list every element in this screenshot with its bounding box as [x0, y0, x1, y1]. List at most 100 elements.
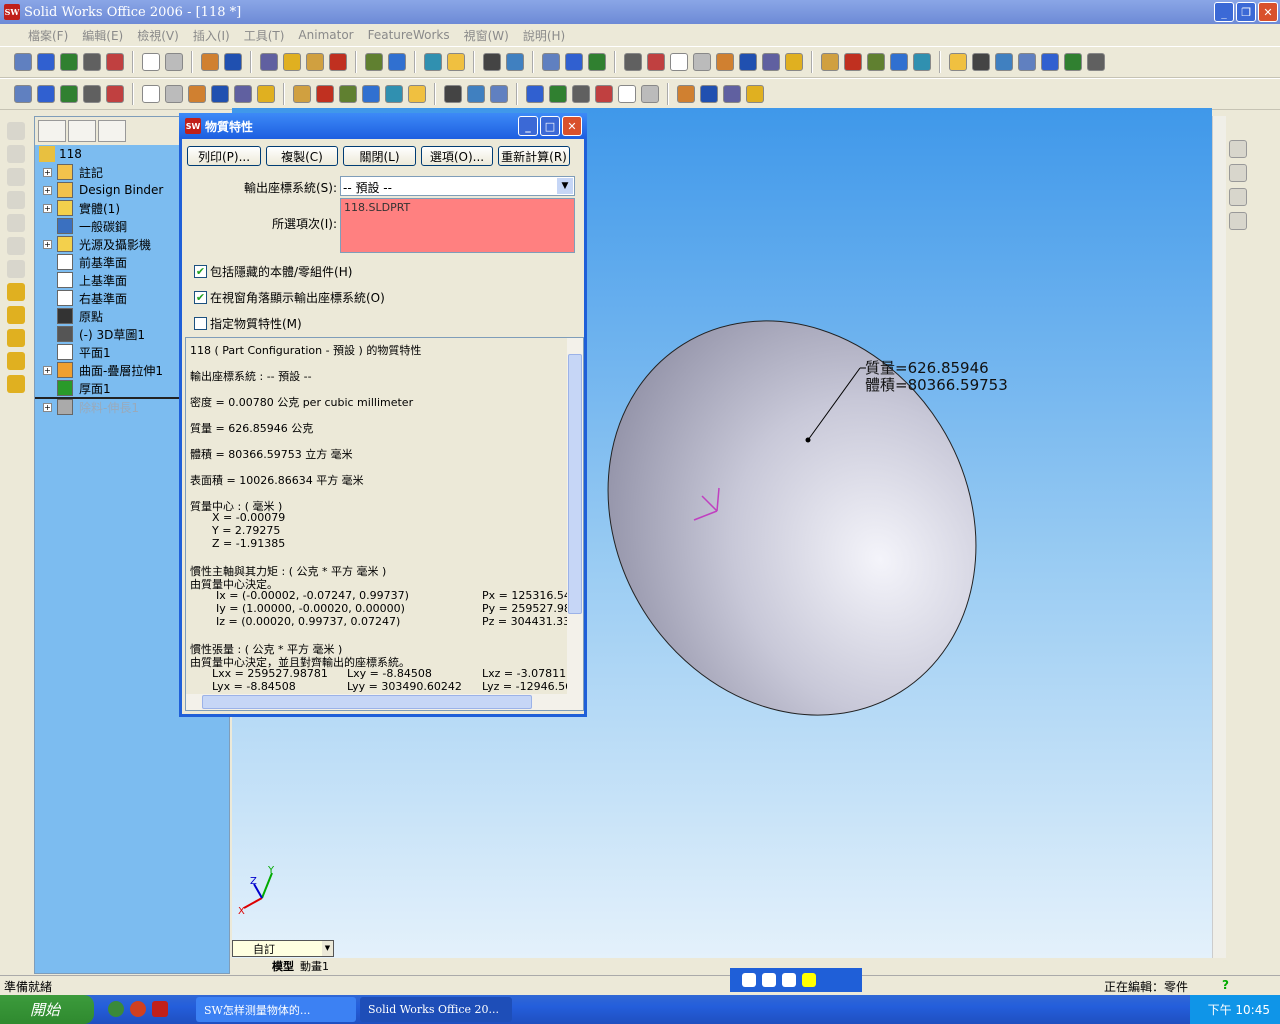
toolbar-tool-icon[interactable]: [165, 53, 183, 71]
toolbar-tool-icon[interactable]: [83, 53, 101, 71]
toolbar-tool-icon[interactable]: [447, 53, 465, 71]
toolbar-tool-icon[interactable]: [467, 85, 485, 103]
ie-icon[interactable]: [108, 1001, 124, 1017]
sketch-tool-icon[interactable]: [7, 352, 25, 370]
toolbar-tool-icon[interactable]: [549, 85, 567, 103]
options-button[interactable]: 選項(O)...: [421, 146, 493, 166]
toolbar-tool-icon[interactable]: [1064, 53, 1082, 71]
copy-button[interactable]: 複製(C): [266, 146, 338, 166]
results-text-area[interactable]: 118 ( Part Configuration - 預設 ) 的物質特性 輸出…: [185, 337, 584, 711]
tab-animation[interactable]: 動畫1: [300, 958, 329, 974]
task-pane-tab-icon[interactable]: [1229, 140, 1247, 158]
expand-icon[interactable]: +: [43, 185, 52, 195]
checkbox-option[interactable]: ✔ 在視窗角落顯示輸出座標系統(O): [194, 289, 385, 306]
toolbar-tool-icon[interactable]: [1087, 53, 1105, 71]
sketch-tool-icon[interactable]: [7, 145, 25, 163]
sketch-tool-icon[interactable]: [7, 191, 25, 209]
toolbar-tool-icon[interactable]: [142, 85, 160, 103]
checkbox[interactable]: ✔: [194, 265, 207, 278]
toolbar-tool-icon[interactable]: [844, 53, 862, 71]
sketch-tool-icon[interactable]: [7, 306, 25, 324]
toolbar-tool-icon[interactable]: [106, 85, 124, 103]
tab-model[interactable]: 模型: [272, 958, 294, 974]
toolbar-tool-icon[interactable]: [1041, 53, 1059, 71]
toolbar-tool-icon[interactable]: [890, 53, 908, 71]
solidworks-quicklaunch-icon[interactable]: [152, 1001, 168, 1017]
checkbox[interactable]: ✔: [194, 291, 207, 304]
minimize-button[interactable]: _: [1214, 2, 1234, 22]
toolbar-tool-icon[interactable]: [949, 53, 967, 71]
toolbar-tool-icon[interactable]: [37, 85, 55, 103]
toolbar-tool-icon[interactable]: [408, 85, 426, 103]
menu-item[interactable]: 編輯(E): [82, 27, 123, 44]
menu-item[interactable]: Animator: [298, 28, 353, 42]
tab-configuration-manager[interactable]: [98, 120, 126, 142]
ime-toolbar[interactable]: [730, 968, 862, 992]
toolbar-tool-icon[interactable]: [542, 53, 560, 71]
toolbar-tool-icon[interactable]: [762, 53, 780, 71]
toolbar-tool-icon[interactable]: [670, 53, 688, 71]
toolbar-tool-icon[interactable]: [293, 85, 311, 103]
expand-icon[interactable]: +: [43, 365, 52, 375]
toolbar-tool-icon[interactable]: [506, 53, 524, 71]
toolbar-tool-icon[interactable]: [339, 85, 357, 103]
toolbar-tool-icon[interactable]: [867, 53, 885, 71]
toolbar-tool-icon[interactable]: [444, 85, 462, 103]
sketch-tool-icon[interactable]: [7, 329, 25, 347]
toolbar-tool-icon[interactable]: [37, 53, 55, 71]
toolbar-tool-icon[interactable]: [257, 85, 275, 103]
toolbar-tool-icon[interactable]: [995, 53, 1013, 71]
toolbar-tool-icon[interactable]: [283, 53, 301, 71]
menu-item[interactable]: FeatureWorks: [368, 28, 450, 42]
toolbar-tool-icon[interactable]: [14, 53, 32, 71]
checkbox-option[interactable]: ✔ 包括隱藏的本體/零組件(H): [194, 263, 352, 280]
toolbar-tool-icon[interactable]: [260, 53, 278, 71]
view-orientation-dropdown[interactable]: 自訂 ▼: [232, 940, 334, 957]
dialog-maximize-button[interactable]: □: [540, 116, 560, 136]
toolbar-tool-icon[interactable]: [362, 85, 380, 103]
toolbar-tool-icon[interactable]: [142, 53, 160, 71]
toolbar-tool-icon[interactable]: [972, 53, 990, 71]
close-button[interactable]: ✕: [1258, 2, 1278, 22]
results-vertical-scrollbar[interactable]: [567, 338, 583, 695]
recalculate-button[interactable]: 重新計算(R): [498, 146, 570, 166]
toolbar-tool-icon[interactable]: [588, 53, 606, 71]
task-pane-tab-icon[interactable]: [1229, 212, 1247, 230]
menu-item[interactable]: 插入(I): [193, 27, 230, 44]
expand-icon[interactable]: +: [43, 239, 52, 249]
menu-item[interactable]: 視窗(W): [464, 27, 509, 44]
toolbar-tool-icon[interactable]: [211, 85, 229, 103]
task-pane-tab-icon[interactable]: [1229, 164, 1247, 182]
dialog-minimize-button[interactable]: _: [518, 116, 538, 136]
expand-icon[interactable]: +: [43, 203, 52, 213]
menu-item[interactable]: 檢視(V): [137, 27, 179, 44]
toolbar-tool-icon[interactable]: [83, 85, 101, 103]
restore-button[interactable]: ❐: [1236, 2, 1256, 22]
expand-icon[interactable]: +: [43, 402, 52, 412]
menu-item[interactable]: 說明(H): [523, 27, 565, 44]
help-icon[interactable]: ?: [1222, 978, 1229, 992]
expand-icon[interactable]: +: [43, 167, 52, 177]
toolbar-tool-icon[interactable]: [723, 85, 741, 103]
close-dialog-button[interactable]: 關閉(L): [343, 146, 416, 166]
tab-feature-manager[interactable]: [38, 120, 66, 142]
print-button[interactable]: 列印(P)...: [187, 146, 261, 166]
toolbar-tool-icon[interactable]: [316, 85, 334, 103]
tab-property-manager[interactable]: [68, 120, 96, 142]
toolbar-tool-icon[interactable]: [693, 53, 711, 71]
sketch-tool-icon[interactable]: [7, 122, 25, 140]
toolbar-tool-icon[interactable]: [739, 53, 757, 71]
sketch-tool-icon[interactable]: [7, 214, 25, 232]
sketch-tool-icon[interactable]: [7, 375, 25, 393]
toolbar-tool-icon[interactable]: [60, 53, 78, 71]
toolbar-tool-icon[interactable]: [201, 53, 219, 71]
toolbar-tool-icon[interactable]: [306, 53, 324, 71]
toolbar-tool-icon[interactable]: [188, 85, 206, 103]
menu-item[interactable]: 工具(T): [244, 27, 285, 44]
selected-items-list[interactable]: 118.SLDPRT: [340, 198, 575, 253]
checkbox[interactable]: [194, 317, 207, 330]
coord-system-select[interactable]: -- 預設 -- ▼: [340, 176, 575, 196]
sketch-tool-icon[interactable]: [7, 237, 25, 255]
toolbar-tool-icon[interactable]: [424, 53, 442, 71]
toolbar-tool-icon[interactable]: [106, 53, 124, 71]
